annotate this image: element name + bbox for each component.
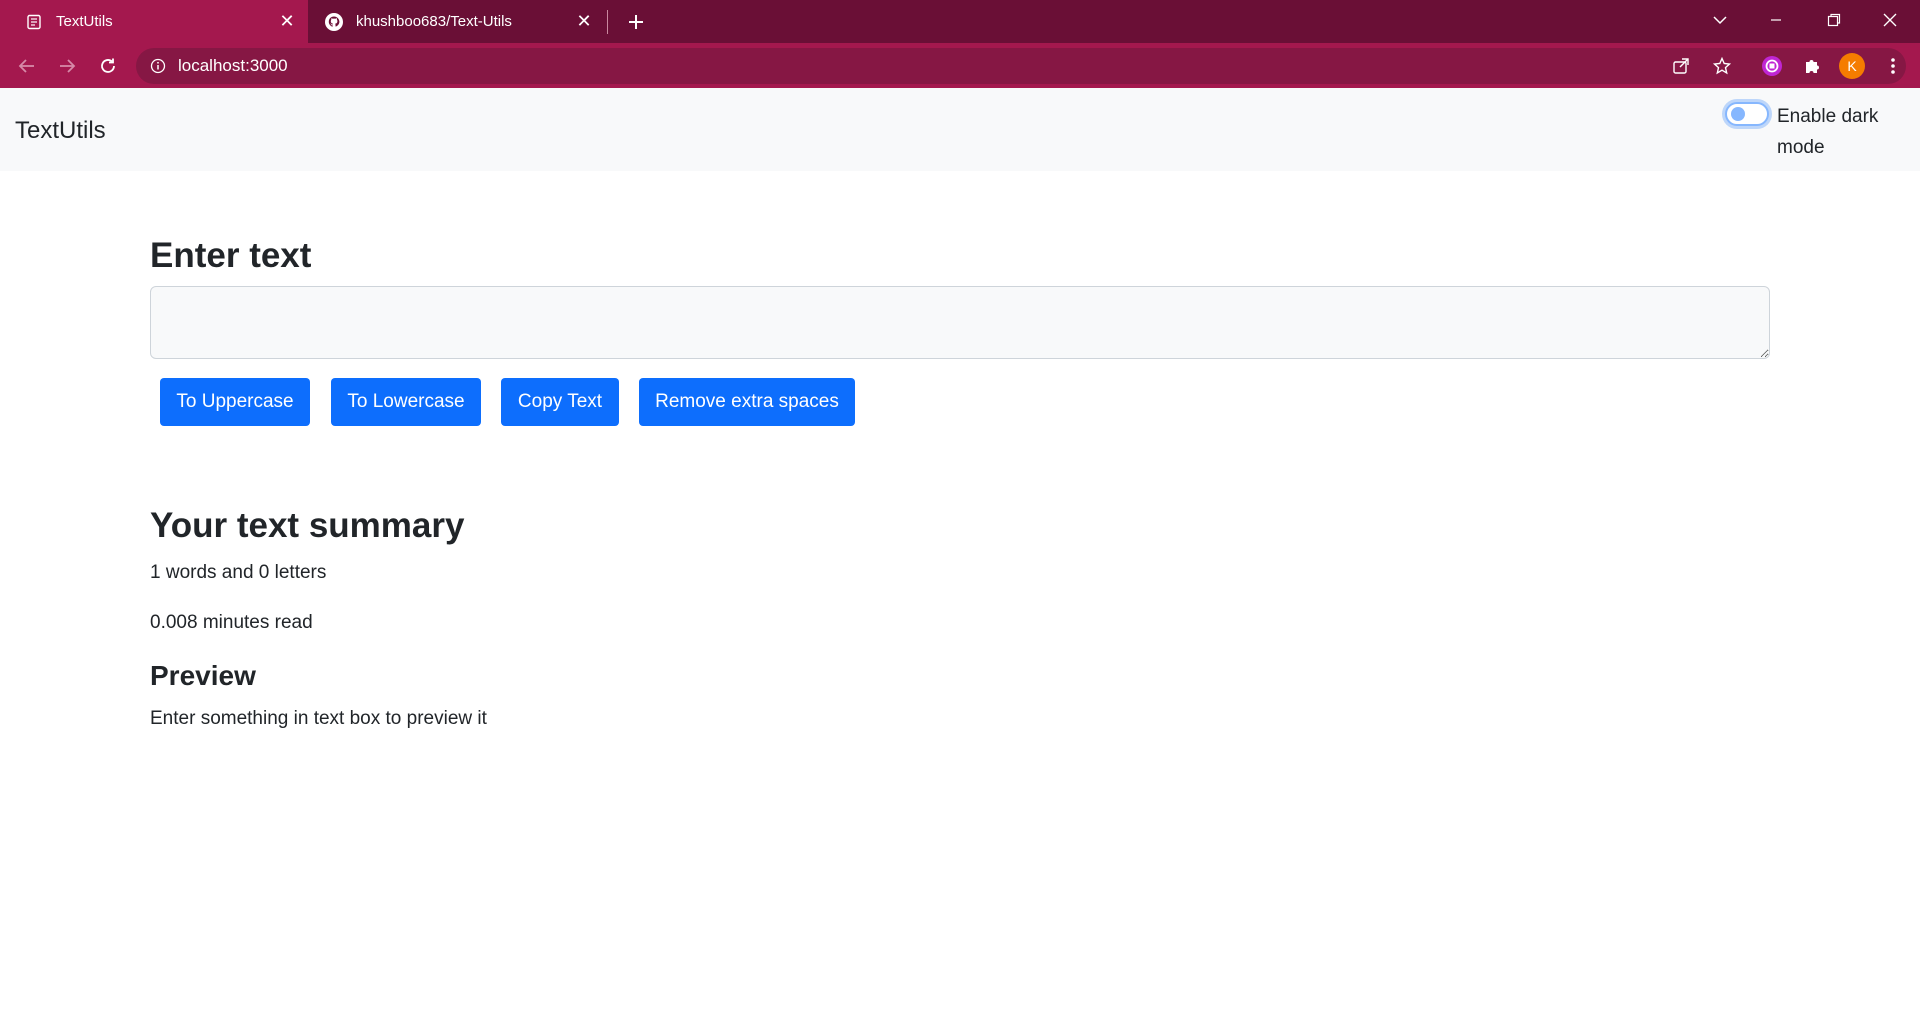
address-bar[interactable]: localhost:3000 xyxy=(136,48,1906,84)
url-text: localhost:3000 xyxy=(178,56,288,75)
tab-title: TextUtils xyxy=(56,13,113,30)
github-icon xyxy=(324,12,344,32)
summary-heading: Your text summary xyxy=(150,506,465,545)
lowercase-button[interactable]: To Lowercase xyxy=(331,378,481,426)
text-input-area[interactable] xyxy=(150,286,1770,359)
restore-icon[interactable] xyxy=(1806,0,1862,40)
enter-text-heading: Enter text xyxy=(150,236,312,275)
copy-text-button[interactable]: Copy Text xyxy=(501,378,619,426)
puzzle-extensions-icon[interactable] xyxy=(1798,51,1828,81)
remove-extra-spaces-button[interactable]: Remove extra spaces xyxy=(639,378,855,426)
reload-icon[interactable] xyxy=(91,49,125,83)
tab-title: khushboo683/Text-Utils xyxy=(356,13,512,30)
browser-toolbar: localhost:3000 K xyxy=(0,43,1920,88)
tab-search-chevron-icon[interactable] xyxy=(1692,0,1748,40)
close-window-icon[interactable] xyxy=(1862,0,1918,40)
minimize-icon[interactable] xyxy=(1748,0,1804,40)
more-menu-icon[interactable] xyxy=(1878,51,1908,81)
close-tab-icon[interactable]: ✕ xyxy=(274,9,300,35)
close-tab-icon[interactable]: ✕ xyxy=(571,9,597,35)
preview-text: Enter something in text box to preview i… xyxy=(150,708,487,729)
dark-mode-toggle[interactable] xyxy=(1725,102,1769,126)
dark-mode-label[interactable]: Enable dark mode xyxy=(1777,101,1907,163)
tab-github[interactable]: khushboo683/Text-Utils ✕ xyxy=(310,0,605,43)
bookmark-star-icon[interactable] xyxy=(1707,51,1737,81)
toggle-knob xyxy=(1731,107,1745,121)
tab-divider xyxy=(607,10,608,34)
back-arrow-icon[interactable] xyxy=(10,49,44,83)
browser-tab-strip: TextUtils ✕ khushboo683/Text-Utils ✕ xyxy=(0,0,1920,43)
site-info-icon[interactable] xyxy=(148,56,168,76)
uppercase-button[interactable]: To Uppercase xyxy=(160,378,310,426)
preview-heading: Preview xyxy=(150,660,256,691)
new-tab-plus-icon[interactable] xyxy=(620,6,652,38)
read-time: 0.008 minutes read xyxy=(150,612,313,633)
forward-arrow-icon[interactable] xyxy=(50,49,84,83)
page-icon xyxy=(24,12,44,32)
extension-icon[interactable] xyxy=(1757,51,1787,81)
navbar-brand[interactable]: TextUtils xyxy=(15,117,106,145)
tab-textutils[interactable]: TextUtils ✕ xyxy=(0,0,308,43)
share-icon[interactable] xyxy=(1666,51,1696,81)
profile-avatar[interactable]: K xyxy=(1839,53,1865,79)
word-letter-count: 1 words and 0 letters xyxy=(150,562,327,583)
app-navbar: TextUtils Enable dark mode xyxy=(0,88,1920,171)
